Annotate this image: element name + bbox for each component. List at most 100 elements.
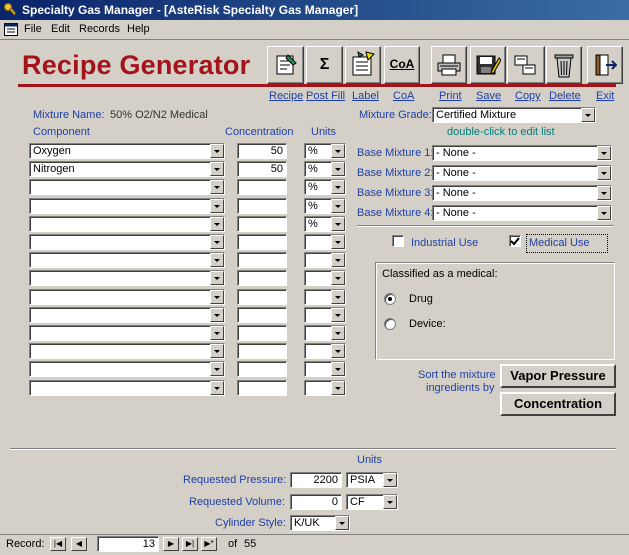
unit-dropdown[interactable] bbox=[304, 343, 346, 359]
base-mixture-dropdown[interactable]: - None - bbox=[432, 205, 612, 221]
concentration-input[interactable] bbox=[237, 361, 287, 377]
unit-dropdown[interactable] bbox=[304, 325, 346, 341]
unit-dropdown[interactable] bbox=[304, 307, 346, 323]
exit-button[interactable] bbox=[587, 46, 623, 84]
component-dropdown[interactable] bbox=[29, 325, 225, 341]
chevron-down-icon[interactable] bbox=[210, 253, 224, 267]
chevron-down-icon[interactable] bbox=[210, 217, 224, 231]
concentration-input[interactable] bbox=[237, 307, 287, 323]
requested-pressure-input[interactable]: 2200 bbox=[290, 472, 342, 488]
first-record-button[interactable]: |◀ bbox=[50, 537, 66, 551]
delete-link[interactable]: Delete bbox=[549, 90, 581, 102]
chevron-down-icon[interactable] bbox=[597, 206, 611, 220]
chevron-down-icon[interactable] bbox=[335, 516, 349, 530]
chevron-down-icon[interactable] bbox=[331, 162, 345, 176]
document-icon[interactable] bbox=[4, 23, 18, 36]
chevron-down-icon[interactable] bbox=[210, 381, 224, 395]
recipe-link[interactable]: Recipe bbox=[269, 90, 303, 102]
unit-dropdown[interactable] bbox=[304, 234, 346, 250]
prev-record-button[interactable]: ◀ bbox=[71, 537, 87, 551]
copy-link[interactable]: Copy bbox=[515, 90, 541, 102]
unit-dropdown[interactable] bbox=[304, 252, 346, 268]
unit-dropdown[interactable] bbox=[304, 361, 346, 377]
chevron-down-icon[interactable] bbox=[210, 199, 224, 213]
concentration-input[interactable] bbox=[237, 216, 287, 232]
chevron-down-icon[interactable] bbox=[331, 180, 345, 194]
chevron-down-icon[interactable] bbox=[331, 253, 345, 267]
base-mixture-dropdown[interactable]: - None - bbox=[432, 145, 612, 161]
chevron-down-icon[interactable] bbox=[331, 344, 345, 358]
menu-edit[interactable]: Edit bbox=[51, 23, 70, 35]
chevron-down-icon[interactable] bbox=[383, 473, 397, 487]
volume-unit-dropdown[interactable]: CF bbox=[346, 494, 398, 510]
concentration-input[interactable] bbox=[237, 270, 287, 286]
component-dropdown[interactable] bbox=[29, 343, 225, 359]
concentration-input[interactable] bbox=[237, 325, 287, 341]
unit-dropdown[interactable] bbox=[304, 380, 346, 396]
chevron-down-icon[interactable] bbox=[383, 495, 397, 509]
concentration-input[interactable]: 50 bbox=[237, 161, 287, 177]
chevron-down-icon[interactable] bbox=[597, 166, 611, 180]
component-dropdown[interactable]: Nitrogen bbox=[29, 161, 225, 177]
base-mixture-dropdown[interactable]: - None - bbox=[432, 165, 612, 181]
concentration-input[interactable] bbox=[237, 252, 287, 268]
component-dropdown[interactable] bbox=[29, 216, 225, 232]
chevron-down-icon[interactable] bbox=[597, 146, 611, 160]
component-dropdown[interactable] bbox=[29, 307, 225, 323]
concentration-input[interactable] bbox=[237, 234, 287, 250]
chevron-down-icon[interactable] bbox=[331, 199, 345, 213]
chevron-down-icon[interactable] bbox=[210, 326, 224, 340]
chevron-down-icon[interactable] bbox=[331, 362, 345, 376]
chevron-down-icon[interactable] bbox=[210, 344, 224, 358]
unit-dropdown[interactable]: % bbox=[304, 143, 346, 159]
component-dropdown[interactable] bbox=[29, 289, 225, 305]
coa-button[interactable]: CoA bbox=[384, 46, 420, 84]
copy-button[interactable] bbox=[507, 46, 545, 84]
chevron-down-icon[interactable] bbox=[210, 144, 224, 158]
chevron-down-icon[interactable] bbox=[210, 362, 224, 376]
component-dropdown[interactable] bbox=[29, 234, 225, 250]
save-button[interactable] bbox=[470, 46, 506, 84]
unit-dropdown[interactable] bbox=[304, 270, 346, 286]
requested-volume-input[interactable]: 0 bbox=[290, 494, 342, 510]
medical-use-checkbox[interactable] bbox=[509, 235, 521, 247]
chevron-down-icon[interactable] bbox=[331, 144, 345, 158]
concentration-sort-button[interactable]: Concentration bbox=[500, 392, 616, 416]
chevron-down-icon[interactable] bbox=[210, 271, 224, 285]
component-dropdown[interactable] bbox=[29, 252, 225, 268]
chevron-down-icon[interactable] bbox=[331, 217, 345, 231]
menu-help[interactable]: Help bbox=[127, 23, 150, 35]
chevron-down-icon[interactable] bbox=[210, 235, 224, 249]
label-link[interactable]: Label bbox=[352, 90, 379, 102]
chevron-down-icon[interactable] bbox=[210, 162, 224, 176]
unit-dropdown[interactable] bbox=[304, 289, 346, 305]
cylinder-style-dropdown[interactable]: K/UK bbox=[290, 515, 350, 531]
coa-link[interactable]: CoA bbox=[393, 90, 414, 102]
unit-dropdown[interactable]: % bbox=[304, 198, 346, 214]
menu-records[interactable]: Records bbox=[79, 23, 120, 35]
mixture-grade-dropdown[interactable]: Certified Mixture bbox=[432, 107, 596, 123]
last-record-button[interactable]: ▶| bbox=[182, 537, 198, 551]
menu-file[interactable]: File bbox=[24, 23, 42, 35]
post-fill-link[interactable]: Post Fill bbox=[306, 90, 345, 102]
concentration-input[interactable] bbox=[237, 289, 287, 305]
concentration-input[interactable] bbox=[237, 198, 287, 214]
component-dropdown[interactable] bbox=[29, 380, 225, 396]
record-number-input[interactable]: 13 bbox=[97, 536, 159, 552]
chevron-down-icon[interactable] bbox=[331, 381, 345, 395]
component-dropdown[interactable] bbox=[29, 198, 225, 214]
print-button[interactable] bbox=[431, 46, 467, 84]
vapor-pressure-button[interactable]: Vapor Pressure bbox=[500, 364, 616, 388]
unit-dropdown[interactable]: % bbox=[304, 216, 346, 232]
print-link[interactable]: Print bbox=[439, 90, 462, 102]
component-dropdown[interactable] bbox=[29, 361, 225, 377]
concentration-input[interactable] bbox=[237, 343, 287, 359]
unit-dropdown[interactable]: % bbox=[304, 161, 346, 177]
concentration-input[interactable]: 50 bbox=[237, 143, 287, 159]
next-record-button[interactable]: ▶ bbox=[163, 537, 179, 551]
delete-button[interactable] bbox=[546, 46, 582, 84]
concentration-input[interactable] bbox=[237, 179, 287, 195]
save-link[interactable]: Save bbox=[476, 90, 501, 102]
chevron-down-icon[interactable] bbox=[210, 290, 224, 304]
chevron-down-icon[interactable] bbox=[210, 308, 224, 322]
